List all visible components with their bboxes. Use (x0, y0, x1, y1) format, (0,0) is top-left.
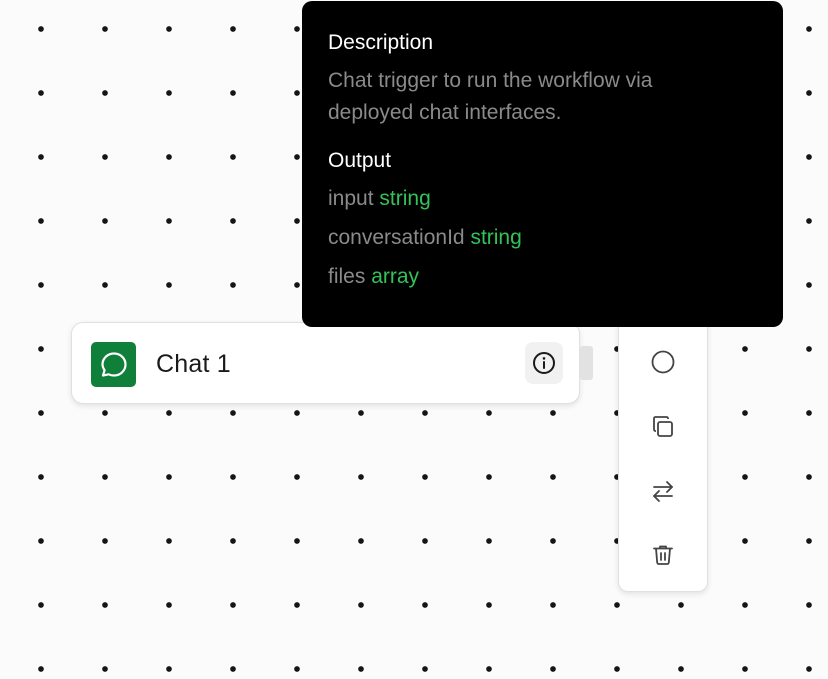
output-field: files array (328, 263, 757, 291)
description-heading: Description (328, 31, 434, 54)
field-type: string (379, 187, 431, 210)
delete-button[interactable] (641, 533, 685, 577)
chat-bubble-icon (100, 351, 127, 377)
output-fields: input string conversationId string files… (328, 185, 757, 291)
node-action-toolbar (618, 318, 708, 592)
chat-trigger-node[interactable]: Chat 1 (71, 322, 580, 404)
duplicate-icon (653, 416, 673, 437)
field-name: conversationId (328, 226, 465, 249)
trash-icon (653, 545, 673, 565)
duplicate-button[interactable] (641, 405, 685, 449)
field-type: string (470, 226, 522, 249)
output-field: conversationId string (328, 224, 757, 252)
swap-arrows-icon (653, 481, 673, 502)
swap-button[interactable] (641, 469, 685, 513)
info-button[interactable] (525, 342, 563, 384)
field-type: array (371, 265, 420, 288)
node-title: Chat 1 (156, 350, 231, 378)
output-field: input string (328, 185, 757, 213)
chat-node-icon-tile (91, 342, 136, 387)
field-name: files (328, 265, 366, 288)
node-connection-handle[interactable] (580, 346, 593, 380)
node-info-tooltip: Description Chat trigger to run the work… (302, 1, 783, 327)
field-name: input (328, 187, 374, 210)
output-heading: Output (328, 149, 392, 172)
toggle-circle-icon (651, 350, 675, 374)
info-icon (533, 352, 555, 374)
toggle-button[interactable] (641, 340, 685, 384)
description-text: Chat trigger to run the workflow via dep… (328, 69, 653, 124)
